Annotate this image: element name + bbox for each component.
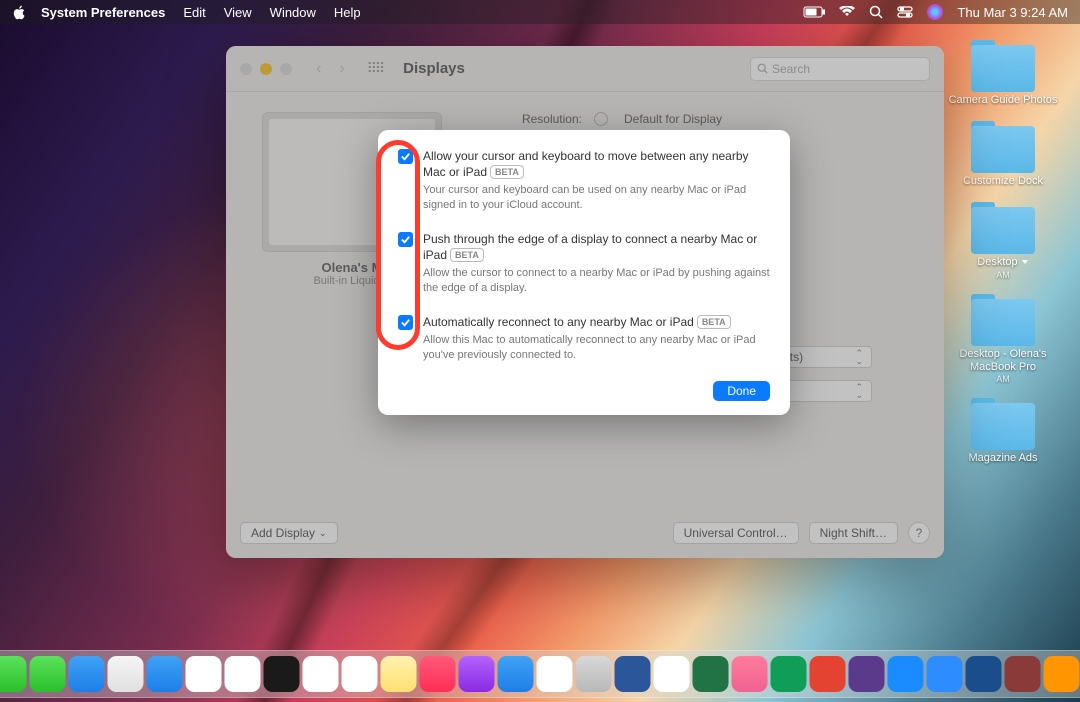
dock-app-chrome[interactable] — [654, 656, 690, 692]
desktop-folder[interactable]: Desktop AM — [938, 202, 1068, 279]
dock-app-appletv[interactable] — [264, 656, 300, 692]
desktop-folder[interactable]: Magazine Ads — [938, 398, 1068, 465]
dock-app-appstore[interactable] — [498, 656, 534, 692]
folder-icon — [971, 202, 1035, 254]
dock-app-todoist[interactable] — [810, 656, 846, 692]
edit-menu[interactable]: Edit — [183, 5, 205, 20]
dock-app-zoom[interactable] — [927, 656, 963, 692]
dock-app-app1[interactable] — [849, 656, 885, 692]
dock-app-notes[interactable] — [381, 656, 417, 692]
battery-icon[interactable] — [803, 6, 825, 18]
beta-badge: BETA — [490, 165, 524, 179]
window-menu[interactable]: Window — [270, 5, 316, 20]
allow-cursor-checkbox[interactable] — [398, 149, 413, 164]
dock-app-1password[interactable] — [966, 656, 1002, 692]
dock-app-music[interactable] — [420, 656, 456, 692]
wifi-icon[interactable] — [839, 6, 855, 18]
dock — [0, 650, 1080, 698]
siri-icon[interactable] — [927, 4, 943, 20]
dock-app-podcasts[interactable] — [459, 656, 495, 692]
dock-app-reminders[interactable] — [225, 656, 261, 692]
dock-app-calendar2[interactable] — [303, 656, 339, 692]
done-button[interactable]: Done — [713, 381, 770, 401]
search-icon[interactable] — [869, 5, 883, 19]
option-row: Push through the edge of a display to co… — [398, 231, 770, 296]
dock-app-messages[interactable] — [0, 656, 27, 692]
folder-icon — [971, 40, 1035, 92]
dock-app-settings[interactable] — [576, 656, 612, 692]
menubar: System Preferences Edit View Window Help… — [0, 0, 1080, 24]
beta-badge: BETA — [450, 248, 484, 262]
datetime[interactable]: Thu Mar 3 9:24 AM — [957, 5, 1068, 20]
option-description: Allow this Mac to automatically reconnec… — [423, 333, 770, 363]
dock-app-dictionary[interactable] — [1005, 656, 1041, 692]
option-description: Your cursor and keyboard can be used on … — [423, 183, 770, 213]
apple-menu-icon[interactable] — [12, 5, 27, 20]
folder-icon — [971, 398, 1035, 450]
dock-app-mail[interactable] — [69, 656, 105, 692]
beta-badge: BETA — [697, 315, 731, 329]
dock-app-safari[interactable] — [147, 656, 183, 692]
dock-app-maps[interactable] — [108, 656, 144, 692]
desktop-icons: Camera Guide Photos Customize Dock Deskt… — [938, 40, 1068, 465]
option-description: Allow the cursor to connect to a nearby … — [423, 266, 770, 296]
desktop-folder[interactable]: Desktop - Olena's MacBook ProAM — [938, 294, 1068, 384]
dock-app-asana[interactable] — [732, 656, 768, 692]
dock-app-app2[interactable] — [888, 656, 924, 692]
auto-reconnect-checkbox[interactable] — [398, 315, 413, 330]
control-center-icon[interactable] — [897, 6, 913, 18]
universal-control-popover: Allow your cursor and keyboard to move b… — [378, 130, 790, 415]
view-menu[interactable]: View — [224, 5, 252, 20]
dock-app-word[interactable] — [615, 656, 651, 692]
option-row: Automatically reconnect to any nearby Ma… — [398, 314, 770, 363]
option-title: Automatically reconnect to any nearby Ma… — [423, 314, 770, 330]
dock-app-sheets[interactable] — [771, 656, 807, 692]
app-menu[interactable]: System Preferences — [41, 5, 165, 20]
dock-app-slack[interactable] — [537, 656, 573, 692]
folder-icon — [971, 121, 1035, 173]
option-title: Allow your cursor and keyboard to move b… — [423, 148, 770, 180]
dock-app-pages[interactable] — [1044, 656, 1080, 692]
dock-app-excel[interactable] — [693, 656, 729, 692]
option-row: Allow your cursor and keyboard to move b… — [398, 148, 770, 213]
dock-app-calendar[interactable] — [186, 656, 222, 692]
desktop-folder[interactable]: Customize Dock — [938, 121, 1068, 188]
push-through-checkbox[interactable] — [398, 232, 413, 247]
dock-app-facetime[interactable] — [30, 656, 66, 692]
desktop-folder[interactable]: Camera Guide Photos — [938, 40, 1068, 107]
dock-app-photos[interactable] — [342, 656, 378, 692]
help-menu[interactable]: Help — [334, 5, 361, 20]
option-title: Push through the edge of a display to co… — [423, 231, 770, 263]
folder-icon — [971, 294, 1035, 346]
